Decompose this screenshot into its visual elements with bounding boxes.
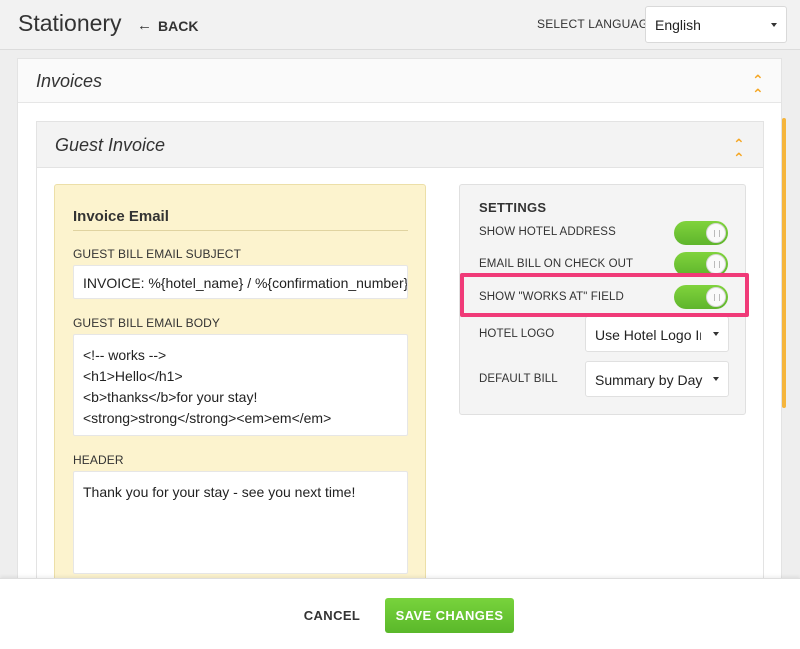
divider <box>73 230 408 231</box>
email-bill-checkout-label: EMAIL BILL ON CHECK OUT <box>479 258 634 270</box>
double-chevron-up-icon[interactable]: ⌃ ⌃ <box>733 137 745 165</box>
toggle-knob <box>706 223 726 243</box>
language-value: English <box>655 17 701 33</box>
email-bill-checkout-toggle[interactable] <box>674 252 728 276</box>
show-hotel-address-label: SHOW HOTEL ADDRESS <box>479 226 616 238</box>
page-title: Stationery <box>18 10 122 36</box>
back-arrow-icon: ← <box>137 17 152 34</box>
chevron-down-icon <box>713 377 719 381</box>
double-chevron-up-icon[interactable]: ⌃ ⌃ <box>752 73 764 101</box>
header-label: HEADER <box>73 453 124 467</box>
body-line: <h1>Hello</h1> <box>83 368 183 384</box>
invoices-title: Invoices <box>36 71 103 91</box>
guest-invoice-title: Guest Invoice <box>55 135 166 155</box>
show-hotel-address-toggle[interactable] <box>674 221 728 245</box>
hotel-logo-value: Use Hotel Logo Ima <box>595 327 719 343</box>
invoices-header[interactable]: Invoices ⌃ ⌃ <box>18 59 781 103</box>
invoice-email-title: Invoice Email <box>73 208 169 225</box>
language-select[interactable]: English <box>645 6 787 43</box>
show-works-at-toggle[interactable] <box>674 285 728 309</box>
default-bill-select[interactable]: Summary by Day <box>585 361 729 397</box>
cancel-button[interactable]: CANCEL <box>294 599 370 633</box>
footer-bar: CANCEL SAVE CHANGES <box>0 578 800 649</box>
settings-card: SETTINGS SHOW HOTEL ADDRESS EMAIL BILL O… <box>459 184 746 415</box>
toggle-knob <box>706 254 726 274</box>
save-changes-button[interactable]: SAVE CHANGES <box>385 598 514 633</box>
toggle-knob <box>706 287 726 307</box>
body-line: <!-- works --> <box>83 347 167 363</box>
settings-title: SETTINGS <box>479 200 547 215</box>
scrollbar-thumb[interactable] <box>782 118 786 408</box>
chevron-down-icon <box>713 332 719 336</box>
default-bill-label: DEFAULT BILL <box>479 373 558 385</box>
guest-invoice-header[interactable]: Guest Invoice ⌃ ⌃ <box>37 122 763 168</box>
chevron-down-icon <box>771 22 777 27</box>
body-label: GUEST BILL EMAIL BODY <box>73 316 221 330</box>
body-line: <strong>strong</strong><em>em</em> <box>83 410 332 426</box>
show-works-at-label: SHOW "WORKS AT" FIELD <box>479 291 624 303</box>
body-line: <b>thanks</b>for your stay! <box>83 389 258 405</box>
top-bar: Stationery ← BACK SELECT LANGUAGE Englis… <box>0 0 800 50</box>
hotel-logo-label: HOTEL LOGO <box>479 328 555 340</box>
back-label: BACK <box>158 17 199 34</box>
subject-label: GUEST BILL EMAIL SUBJECT <box>73 247 242 261</box>
back-button[interactable]: ← BACK <box>137 17 198 34</box>
invoice-email-card: Invoice Email GUEST BILL EMAIL SUBJECT I… <box>54 184 426 584</box>
default-bill-value: Summary by Day <box>595 372 703 388</box>
header-textarea[interactable]: Thank you for your stay - see you next t… <box>73 471 408 574</box>
email-body-textarea[interactable]: <!-- works --> <h1>Hello</h1> <b>thanks<… <box>73 334 408 436</box>
hotel-logo-select[interactable]: Use Hotel Logo Ima <box>585 316 729 352</box>
select-language-label: SELECT LANGUAGE <box>537 17 657 31</box>
email-subject-input[interactable]: INVOICE: %{hotel_name} / %{confirmation_… <box>73 265 408 299</box>
